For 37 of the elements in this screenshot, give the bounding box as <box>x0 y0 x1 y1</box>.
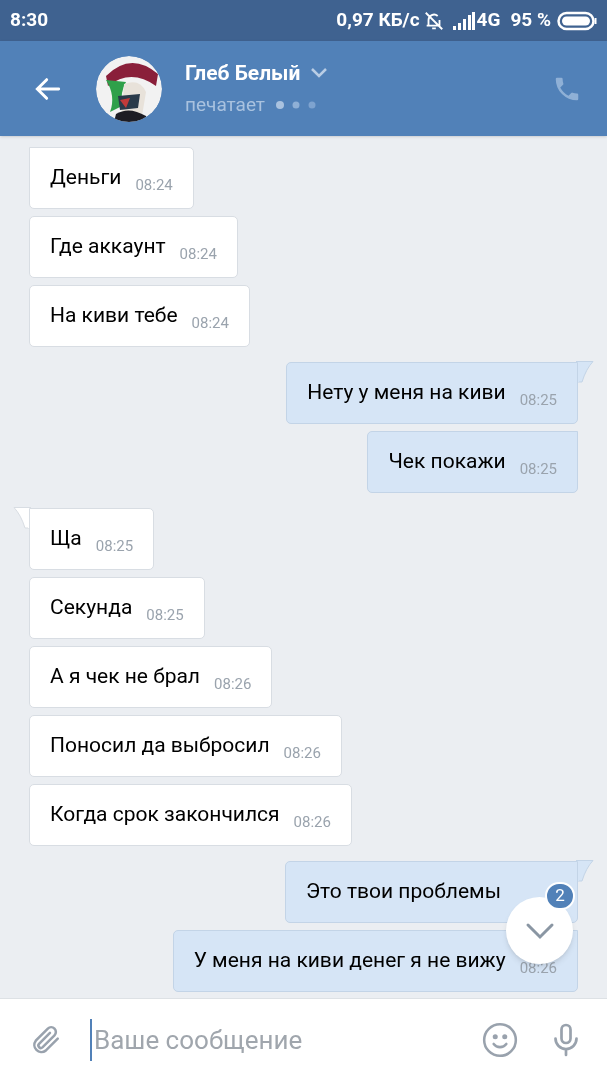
message-text: Нету у меня на киви <box>307 379 506 407</box>
message-time: 08:26 <box>283 742 321 764</box>
message-time: 08:24 <box>191 312 229 334</box>
message-text: Чек покажи <box>388 448 506 476</box>
chevron-down-icon <box>524 921 555 940</box>
contact-name[interactable]: Глеб Белый <box>185 57 301 89</box>
typing-dots-icon <box>275 100 317 111</box>
message-time: 08:25 <box>519 458 557 480</box>
signal-icon <box>452 11 475 30</box>
network-speed: 0,97 КБ/с <box>336 7 420 34</box>
message-text: Где аккаунт <box>50 233 166 261</box>
message-time: 08:25 <box>95 535 134 557</box>
status-time: 8:30 <box>10 7 49 34</box>
message-time: 08:25 <box>146 604 184 626</box>
smiley-icon <box>481 1020 519 1059</box>
battery-icon <box>557 10 597 31</box>
message-text: А я чек не брал <box>50 663 200 691</box>
typing-status: печатает <box>185 92 265 118</box>
bell-off-icon <box>422 9 445 32</box>
message-text: Это твои проблемы <box>305 878 501 906</box>
message-text: У меня на киви денег я не вижу <box>193 947 506 975</box>
message-text: На киви тебе <box>50 302 178 330</box>
network-type: 4G <box>476 7 501 34</box>
message-text: Поносил да выбросил <box>50 732 270 760</box>
message-time: 08:24 <box>135 174 173 196</box>
chevron-down-icon[interactable] <box>310 67 329 80</box>
message-text: Когда срок закончился <box>50 801 280 829</box>
message-text: Ща <box>50 525 82 553</box>
composer-bar[interactable]: Ваше сообщение <box>0 998 607 1080</box>
message-time: 08:25 <box>519 389 557 411</box>
message-text: Секунда <box>50 594 133 622</box>
message-text: Деньги <box>50 164 122 192</box>
battery-level: 95 % <box>510 7 551 34</box>
message-time: 08:24 <box>179 243 217 265</box>
message-time: 08:26 <box>293 811 331 833</box>
message-time: 08:26 <box>214 673 252 695</box>
message-time: 08:26 <box>519 957 557 979</box>
